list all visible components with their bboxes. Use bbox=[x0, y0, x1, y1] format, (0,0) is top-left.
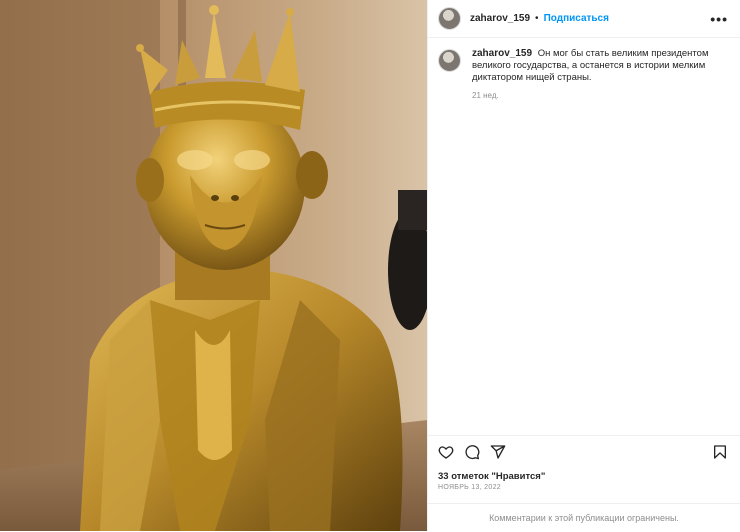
post-image[interactable] bbox=[0, 0, 427, 531]
likes-count[interactable]: 33 отметок "Нравится" bbox=[438, 471, 545, 482]
caption-avatar[interactable] bbox=[438, 49, 461, 72]
comment-icon[interactable] bbox=[464, 444, 480, 460]
gold-monkey-bust-photo bbox=[0, 0, 427, 531]
caption: zaharov_159 Он мог бы стать великим през… bbox=[428, 38, 740, 102]
comments-disabled-notice: Комментарии к этой публикации ограничены… bbox=[428, 503, 740, 532]
separator-dot: • bbox=[535, 13, 539, 24]
instagram-post: zaharov_159 • Подписаться ••• zaharov_15… bbox=[0, 0, 740, 531]
share-icon[interactable] bbox=[490, 444, 506, 460]
username-link[interactable]: zaharov_159 bbox=[470, 13, 530, 24]
avatar[interactable] bbox=[438, 7, 461, 30]
more-options-icon[interactable]: ••• bbox=[710, 12, 730, 26]
action-bar bbox=[428, 435, 740, 468]
bookmark-icon[interactable] bbox=[712, 444, 728, 460]
caption-username-link[interactable]: zaharov_159 bbox=[472, 48, 532, 59]
post-age: 21 нед. bbox=[472, 91, 499, 100]
post-header: zaharov_159 • Подписаться ••• bbox=[428, 0, 740, 38]
caption-body: zaharov_159 Он мог бы стать великим през… bbox=[472, 48, 712, 102]
post-side-panel: zaharov_159 • Подписаться ••• zaharov_15… bbox=[427, 0, 740, 531]
post-date: НОЯБРЬ 13, 2022 bbox=[438, 484, 501, 491]
follow-button[interactable]: Подписаться bbox=[544, 13, 609, 24]
heart-icon[interactable] bbox=[438, 444, 454, 460]
